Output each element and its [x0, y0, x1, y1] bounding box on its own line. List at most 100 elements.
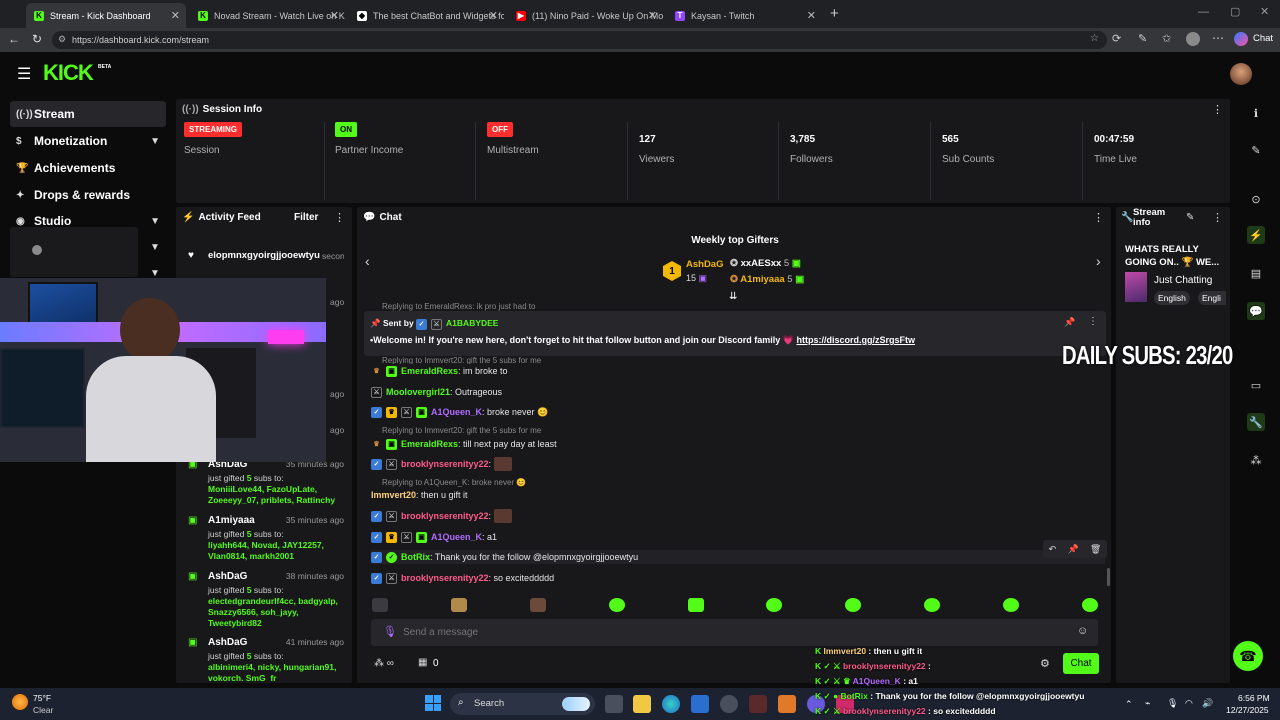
kick-logo[interactable]: KICK [43, 60, 94, 86]
clock-time[interactable]: 6:56 PM [1238, 693, 1270, 703]
chevron-down-icon[interactable]: ▼ [150, 136, 160, 147]
tag-pill[interactable]: English [1154, 291, 1190, 305]
taskbar-search[interactable]: ⌕ Search [450, 693, 595, 715]
close-tab-icon[interactable]: ✕ [330, 9, 339, 22]
microphone-icon[interactable]: 🎙 [383, 625, 397, 638]
third-gifter[interactable]: ✪ A1miyaaa 5 ▣ [730, 274, 804, 285]
hamburger-menu-icon[interactable]: ☰ [17, 64, 31, 84]
tag-pill[interactable]: Engli [1198, 291, 1226, 305]
profile-avatar[interactable] [1186, 32, 1200, 46]
user-avatar[interactable] [1230, 63, 1252, 85]
edit-pencil-icon[interactable]: ✎ [1186, 212, 1194, 223]
close-tab-icon[interactable]: ✕ [648, 9, 657, 22]
layout-icon[interactable]: ▭ [1247, 376, 1265, 394]
gifter-name[interactable]: A1miyaaa [740, 274, 784, 285]
delete-icon[interactable]: 🗑 [1090, 544, 1101, 555]
edge-icon[interactable] [662, 695, 680, 713]
new-tab-icon[interactable]: + [830, 5, 839, 22]
favorites-icon[interactable]: ✩ [1162, 32, 1171, 45]
tab-youtube[interactable]: ▶ (11) Nino Paid - Woke Up On Mon ✕ [508, 3, 663, 28]
channel-points-icon[interactable]: ⁂ ∞ [374, 658, 394, 669]
activity-menu-icon[interactable]: ⋮ [334, 211, 345, 224]
category-name[interactable]: Just Chatting [1154, 275, 1212, 286]
close-tab-icon[interactable]: ✕ [807, 9, 816, 22]
microphone-tray-icon[interactable]: 🎙 [1167, 698, 1178, 709]
wrench-icon[interactable]: 🔧 [1247, 413, 1265, 431]
back-icon[interactable]: ← [8, 32, 20, 46]
url-field[interactable]: ⚙ https://dashboard.kick.com/stream ☆ [52, 31, 1107, 49]
session-menu-icon[interactable]: ⋮ [1212, 103, 1223, 116]
more-menu-icon[interactable]: ⋯ [1212, 31, 1224, 45]
file-explorer-icon[interactable] [633, 695, 651, 713]
emote-icon[interactable] [609, 598, 625, 612]
chat-username[interactable]: BotRix [401, 552, 430, 562]
support-chat-button[interactable]: ☎ [1233, 641, 1263, 671]
emote-icon[interactable] [372, 598, 388, 612]
copilot-icon[interactable] [1234, 32, 1248, 46]
chat-username[interactable]: brooklynserenityy22 [401, 511, 489, 521]
studio-item-icon[interactable] [32, 245, 42, 255]
reply-icon[interactable]: ↶ [1049, 544, 1057, 555]
discord-link[interactable]: https://discord.gg/zSrgsFtw [796, 335, 915, 345]
lightning-icon[interactable]: ⚡ [1247, 226, 1265, 244]
chat-icon[interactable]: 💬 [1247, 302, 1265, 320]
emote-icon[interactable] [845, 598, 861, 612]
sidebar-item-achievements[interactable]: 🏆 Achievements [10, 155, 166, 181]
tab-chatbot[interactable]: ◆ The best ChatBot and Widgets for ✕ [349, 3, 504, 28]
chat-menu-icon[interactable]: ⋮ [1093, 211, 1104, 224]
minimize-icon[interactable]: — [1198, 6, 1209, 18]
emote-icon[interactable] [766, 598, 782, 612]
maximize-icon[interactable]: ▢ [1230, 5, 1240, 18]
chat-username[interactable]: A1Queen_K [431, 532, 482, 542]
emoji-icon[interactable]: ☺ [1077, 625, 1088, 637]
sidebar-item-drops[interactable]: ✦ Drops & rewards [10, 182, 166, 208]
copilot-chat-label[interactable]: Chat [1253, 33, 1273, 44]
emote-icon[interactable] [530, 598, 546, 612]
app-icon[interactable] [720, 695, 738, 713]
emote-icon[interactable] [688, 598, 704, 612]
tab-twitch[interactable]: T Kaysan - Twitch ✕ [667, 3, 822, 28]
stat-partner-income[interactable]: ON Partner Income [335, 122, 403, 178]
store-icon[interactable]: ▦ [418, 657, 427, 668]
windows-start-icon[interactable] [425, 695, 441, 711]
edit-icon[interactable]: ✎ [1247, 141, 1265, 159]
unpin-icon[interactable]: 📌 [1064, 317, 1075, 328]
emote-icon[interactable] [451, 598, 467, 612]
stat-multistream[interactable]: OFF Multistream [487, 122, 539, 178]
close-tab-icon[interactable]: ✕ [489, 9, 498, 22]
chevron-left-icon[interactable]: ‹ [365, 253, 370, 269]
tab-kick-dashboard[interactable]: K Stream - Kick Dashboard ✕ [26, 3, 186, 28]
emote-icon[interactable] [924, 598, 940, 612]
camera-icon[interactable]: ⊙ [1247, 190, 1265, 208]
extensions-icon[interactable]: ✎ [1138, 32, 1147, 45]
multistream-badge[interactable]: OFF [487, 122, 513, 137]
chat-username[interactable]: Immvert20 [371, 490, 416, 500]
message-input[interactable] [403, 624, 1053, 640]
site-info-icon[interactable]: ⚙ [58, 34, 66, 45]
tab-novad-stream[interactable]: K Novad Stream - Watch Live on Kick ✕ [190, 3, 345, 28]
task-view-icon[interactable] [605, 695, 623, 713]
app-icon[interactable] [778, 695, 796, 713]
reload-icon[interactable]: ↻ [32, 32, 42, 46]
close-tab-icon[interactable]: ✕ [171, 9, 180, 22]
sidebar-item-monetization[interactable]: $ Monetization ▼ [10, 128, 166, 154]
chat-username[interactable]: Moolovergirl21 [386, 387, 450, 397]
emote-icon[interactable] [1082, 598, 1098, 612]
chat-username[interactable]: brooklynserenityy22 [401, 459, 489, 469]
clock-date[interactable]: 12/27/2025 [1226, 705, 1269, 715]
pinned-menu-icon[interactable]: ⋮ [1088, 316, 1098, 327]
favorite-star-icon[interactable]: ☆ [1090, 33, 1099, 44]
volume-icon[interactable]: 🔊 [1202, 698, 1213, 709]
chevron-right-icon[interactable]: › [1096, 253, 1101, 269]
chat-scrollbar[interactable] [1107, 568, 1110, 586]
store-app-icon[interactable] [691, 695, 709, 713]
temperature-text[interactable]: 75°F [33, 693, 51, 703]
chevron-down-icon[interactable]: ▼ [150, 216, 160, 227]
chat-username[interactable]: A1Queen_K [431, 407, 482, 417]
filter-button[interactable]: Filter [294, 212, 318, 223]
tray-chevron-icon[interactable]: ⌃ [1125, 699, 1133, 710]
stream-info-menu-icon[interactable]: ⋮ [1212, 211, 1223, 224]
partner-income-badge[interactable]: ON [335, 122, 357, 137]
second-gifter[interactable]: ✪ xxAESxx 5 ▣ [730, 258, 801, 269]
document-icon[interactable]: ▤ [1247, 264, 1265, 282]
